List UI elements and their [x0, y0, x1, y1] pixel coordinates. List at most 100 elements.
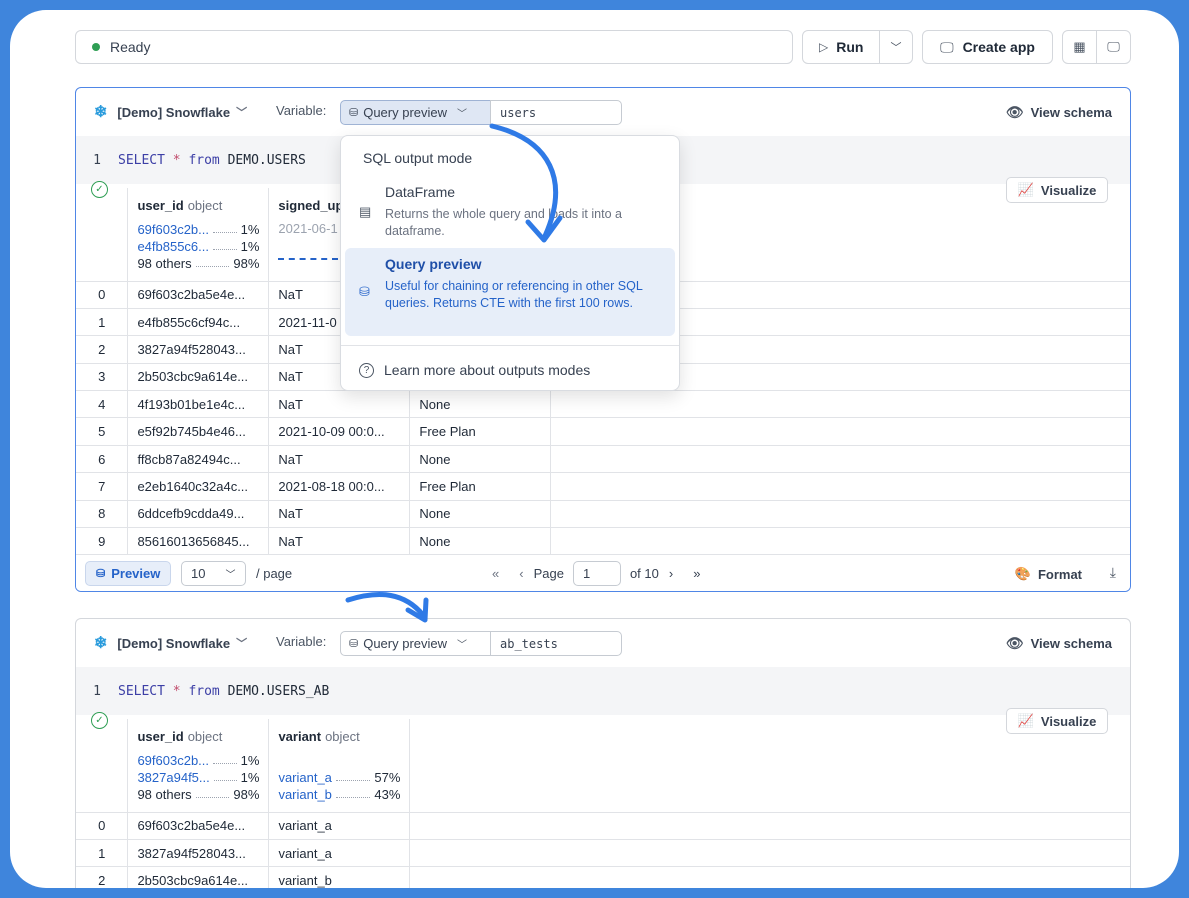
app-window: Ready ▷ Run ﹀ 🖵 Create app ▦ 🖵 ❄ [Demo] … [10, 10, 1179, 888]
menu-item-query-preview[interactable]: ⛁ Query preview Useful for chaining or r… [345, 248, 675, 336]
table-row[interactable]: 0 69f603c2ba5e4e... variant_a [76, 812, 1130, 840]
cell-plan: Free Plan [409, 472, 552, 501]
table-icon: ▤ [359, 204, 372, 219]
row-index: 0 [76, 281, 129, 309]
menu-divider [341, 345, 679, 346]
chevron-down-icon: ﹀ [890, 42, 902, 54]
table-row[interactable]: 6 ff8cb87a82494c... NaT None [76, 445, 1130, 474]
last-page-icon[interactable]: » [693, 566, 700, 581]
menu-item-dataframe[interactable]: ▤ DataFrame Returns the whole query and … [345, 176, 675, 246]
palette-icon: 🎨 [1014, 566, 1031, 581]
cell-plan: None [409, 500, 552, 529]
empty-header [409, 719, 1130, 813]
chevron-down-icon: ﹀ [236, 107, 248, 119]
snowflake-icon: ❄ [94, 635, 108, 652]
presentation-button[interactable]: 🖵 [1096, 30, 1131, 64]
table-row[interactable]: 4 4f193b01be1e4c... NaT None [76, 390, 1130, 419]
sql-operator: * [172, 683, 181, 699]
cell-signed-up: NaT [268, 500, 411, 529]
sql-keyword: from [188, 152, 220, 168]
sql-operator: * [172, 152, 181, 168]
arrowhead-icon [405, 597, 429, 623]
variable-name-input[interactable]: users [490, 100, 622, 125]
cell-signed-up: NaT [268, 445, 411, 474]
play-icon: ▷ [819, 40, 829, 54]
download-icon[interactable]: ⤓ [1110, 564, 1116, 581]
table-header-row: user_id object 69f603c2b... 1% 3827a94f5..… [76, 719, 1130, 813]
sql-keyword: SELECT [118, 152, 165, 168]
column-stat: 69f603c2b... 1% [137, 222, 260, 237]
table-row[interactable]: 9 85616013656845... NaT None [76, 527, 1130, 556]
empty-cell [409, 839, 1130, 868]
output-mode-dropdown[interactable]: ⛁ Query preview ﹀ [340, 631, 491, 656]
run-options-button[interactable]: ﹀ [879, 30, 913, 64]
cell-plan: Free Plan [409, 417, 552, 446]
empty-cell [550, 472, 1130, 501]
view-schema-button[interactable]: 👁 View schema [1006, 619, 1112, 667]
row-index: 8 [76, 500, 129, 529]
empty-cell [550, 500, 1130, 529]
next-page-icon[interactable]: › [669, 566, 673, 581]
output-mode-dropdown[interactable]: ⛁ Query preview ﹀ [340, 100, 491, 125]
table-row[interactable]: 2 2b503cbc9a614e... variant_b [76, 866, 1130, 888]
page-label: Page [533, 566, 564, 581]
database-icon: ⛁ [96, 568, 106, 580]
cell-user-id: e5f92b745b4e46... [127, 417, 270, 446]
eye-icon: 👁 [1005, 634, 1024, 651]
learn-more-link[interactable]: ? Learn more about outputs modes [359, 362, 590, 378]
prev-page-icon[interactable]: ‹ [519, 566, 523, 581]
chevron-down-icon: ﹀ [457, 640, 468, 651]
sql-cell-ab-tests[interactable]: ❄ [Demo] Snowflake ﹀ Variable: ⛁ Query p… [75, 618, 1131, 888]
cell-user-id: e4fb855c6cf94c... [127, 308, 270, 337]
cell-header: ❄ [Demo] Snowflake ﹀ Variable: ⛁ Query p… [76, 88, 1130, 136]
connection-selector[interactable]: ❄ [Demo] Snowflake ﹀ [94, 619, 247, 667]
help-icon: ? [359, 362, 374, 378]
row-index: 2 [76, 866, 129, 888]
cell-user-id: e2eb1640c32a4c... [127, 472, 270, 501]
table-row[interactable]: 7 e2eb1640c32a4c... 2021-08-18 00:0... Free… [76, 472, 1130, 501]
cell-signed-up: 2021-08-18 00:0... [268, 472, 411, 501]
kernel-status-bar: Ready [75, 30, 793, 64]
table-row[interactable]: 1 3827a94f528043... variant_a [76, 839, 1130, 868]
column-stat: variant_b 43% [278, 787, 401, 802]
cell-header: ❄ [Demo] Snowflake ﹀ Variable: ⛁ Query p… [76, 619, 1130, 667]
connection-selector[interactable]: ❄ [Demo] Snowflake ﹀ [94, 88, 247, 136]
preview-badge[interactable]: ⛁ Preview [85, 561, 172, 586]
line-number: 1 [93, 683, 101, 699]
create-app-button[interactable]: 🖵 Create app [922, 30, 1053, 64]
column-stat: 98 others 98% [137, 256, 260, 271]
snowflake-icon: ❄ [94, 104, 108, 121]
table-row[interactable]: 5 e5f92b745b4e46... 2021-10-09 00:0... Free… [76, 417, 1130, 446]
row-index: 6 [76, 445, 129, 474]
column-header-user-id[interactable]: user_id object 69f603c2b... 1% e4fb855c6..… [127, 188, 270, 282]
row-index: 1 [76, 839, 129, 868]
column-header-user-id[interactable]: user_id object 69f603c2b... 1% 3827a94f5..… [127, 719, 270, 813]
per-page-label: / page [256, 566, 293, 581]
table-footer: ⛁ Preview 10 ﹀ / page « ‹ Page 1 of 10 ›… [76, 554, 1130, 591]
cell-user-id: 2b503cbc9a614e... [127, 363, 270, 392]
line-number: 1 [93, 152, 101, 168]
format-button[interactable]: 🎨 Format [1015, 566, 1082, 582]
cell-user-id: 2b503cbc9a614e... [127, 866, 270, 888]
run-button[interactable]: ▷ Run [802, 30, 880, 64]
row-index: 0 [76, 812, 129, 840]
variable-label: Variable: [276, 103, 327, 118]
page-count: of 10 [629, 566, 659, 581]
page-size-select[interactable]: 10 ﹀ [181, 561, 246, 586]
cell-signed-up: NaT [268, 390, 411, 419]
cell-user-id: 4f193b01be1e4c... [127, 390, 270, 419]
column-stat: variant_a 57% [278, 770, 401, 785]
view-schema-button[interactable]: 👁 View schema [1006, 88, 1112, 136]
variable-name-input[interactable]: ab_tests [490, 631, 622, 656]
cell-user-id: 85616013656845... [127, 527, 270, 556]
row-index: 9 [76, 527, 129, 556]
table-row[interactable]: 8 6ddcefb9cdda49... NaT None [76, 500, 1130, 529]
sql-keyword: SELECT [118, 683, 165, 699]
column-header-variant[interactable]: variant object variant_a 57% variant_b 43% [268, 719, 411, 813]
schedule-button[interactable]: ▦ [1062, 30, 1097, 64]
page-number-input[interactable]: 1 [572, 561, 621, 586]
sql-editor[interactable]: 1 SELECT * from DEMO.USERS_AB [76, 667, 1130, 715]
empty-cell [409, 866, 1130, 888]
first-page-icon[interactable]: « [492, 566, 499, 581]
cell-user-id: 6ddcefb9cdda49... [127, 500, 270, 529]
